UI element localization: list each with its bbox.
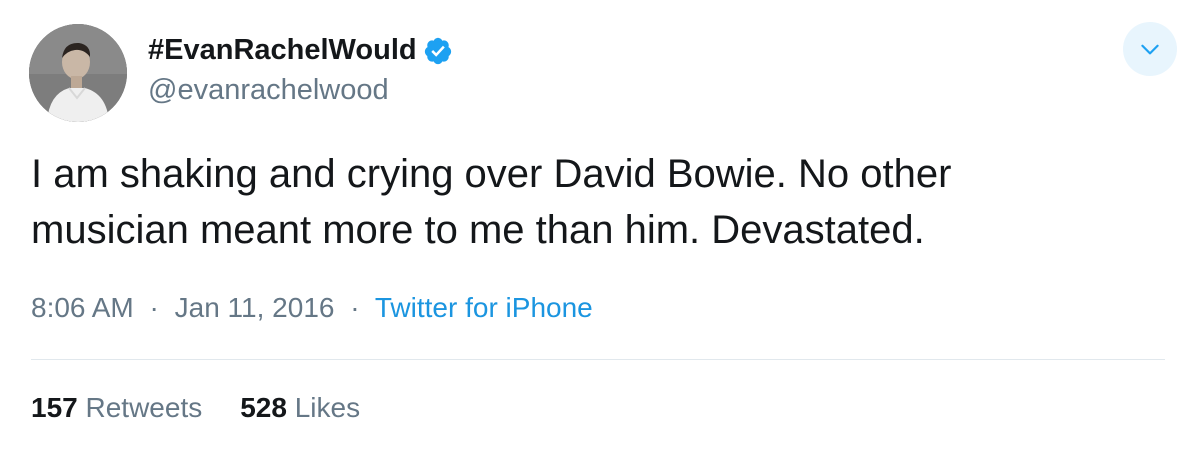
meta-separator: · [149,292,159,323]
display-name[interactable]: #EvanRachelWould [148,34,417,67]
tweet-date[interactable]: Jan 11, 2016 [175,292,335,323]
tweet-source-link[interactable]: Twitter for iPhone [375,292,593,323]
avatar[interactable] [29,24,127,122]
likes-stat[interactable]: 528 Likes [240,392,360,423]
divider [31,359,1165,360]
retweets-count: 157 [31,392,78,423]
user-handle[interactable]: @evanrachelwood [148,74,389,107]
likes-label: Likes [294,392,361,423]
retweets-label: Retweets [85,392,203,423]
meta-separator: · [350,292,360,323]
retweets-stat[interactable]: 157 Retweets [31,392,202,423]
tweet-text-line-1: I am shaking and crying over David Bowie… [31,152,952,196]
tweet-stats: 157 Retweets 528 Likes [31,392,360,424]
display-name-row[interactable]: #EvanRachelWould [148,34,453,67]
tweet-time[interactable]: 8:06 AM [31,292,134,323]
profile-photo-icon [29,24,127,122]
tweet-menu-button[interactable] [1123,22,1177,76]
likes-count: 528 [240,392,287,423]
tweet-text: I am shaking and crying over David Bowie… [31,146,1151,258]
tweet-text-line-2: musician meant more to me than him. Deva… [31,208,925,252]
tweet-meta: 8:06 AM · Jan 11, 2016 · Twitter for iPh… [31,292,593,324]
chevron-down-icon [1141,44,1159,55]
tweet-card: #EvanRachelWould @evanrachelwood I am sh… [0,0,1191,459]
verified-badge-icon [423,36,453,66]
